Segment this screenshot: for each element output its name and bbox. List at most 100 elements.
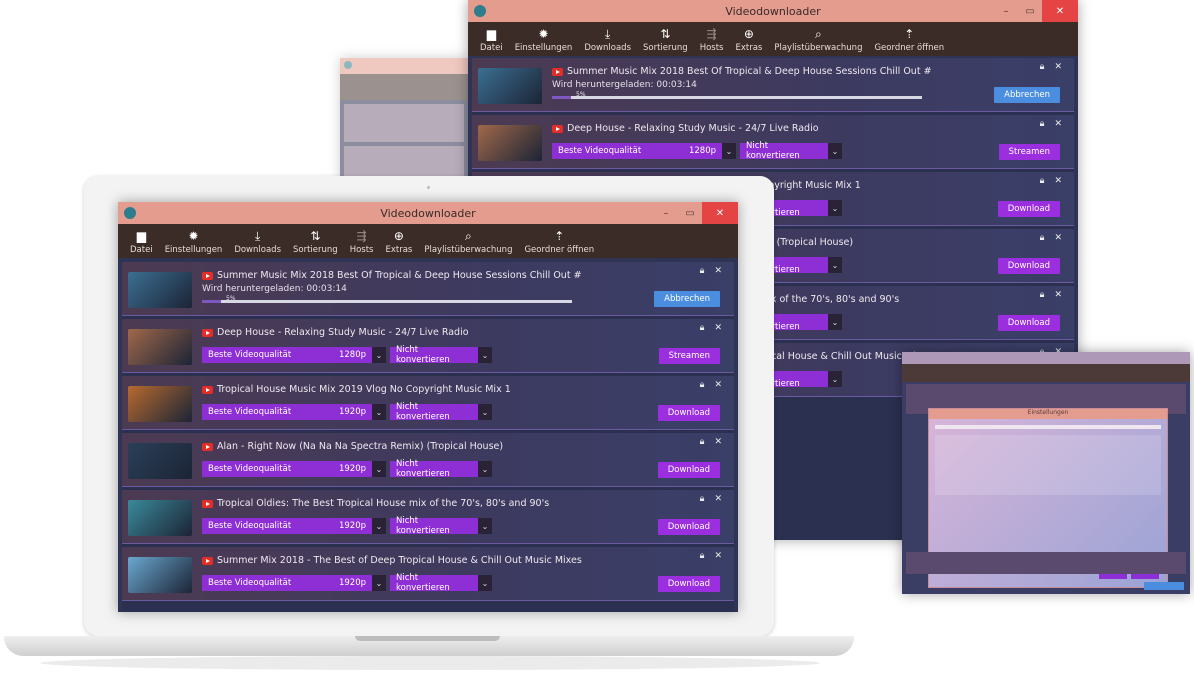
remove-icon[interactable]: ✕: [714, 494, 722, 504]
remove-icon[interactable]: ✕: [714, 437, 722, 447]
toolbar-item-downloads[interactable]: ⤓ Downloads: [584, 28, 631, 54]
convert-select[interactable]: Nicht konvertieren: [390, 345, 478, 365]
convert-select[interactable]: Nicht konvertieren: [740, 141, 828, 161]
chevron-down-icon[interactable]: ⌄: [372, 404, 386, 420]
hosts-icon: ⇶: [356, 229, 367, 243]
toolbar-item-downloads[interactable]: ⤓ Downloads: [234, 230, 281, 256]
toolbar-label: Downloads: [234, 245, 281, 255]
toolbar-item-geordneröffnen[interactable]: ⇡ Geordner öffnen: [524, 229, 594, 256]
quality-select[interactable]: Beste Videoqualität 1280p: [202, 347, 372, 363]
chevron-down-icon[interactable]: ⌄: [478, 404, 492, 420]
video-thumbnail: [128, 500, 192, 536]
close-icon[interactable]: ✕: [702, 202, 738, 224]
chevron-down-icon[interactable]: ⌄: [372, 461, 386, 477]
chevron-down-icon[interactable]: ⌄: [372, 347, 386, 363]
video-title-text: Tropical Oldies: The Best Tropical House…: [217, 498, 550, 509]
remove-icon[interactable]: ✕: [1054, 233, 1062, 243]
toolbar-item-hosts[interactable]: ⇶ Hosts: [700, 28, 724, 54]
toolbar-item-extras[interactable]: ⊕ Extras: [385, 229, 412, 256]
chevron-down-icon[interactable]: ⌄: [722, 143, 736, 159]
video-title: Deep House - Relaxing Study Music - 24/7…: [202, 327, 469, 338]
quality-select[interactable]: Beste Videoqualität 1920p: [202, 404, 372, 420]
video-title-text: Summer Music Mix 2018 Best Of Tropical &…: [567, 66, 932, 77]
toolbar-item-sortierung[interactable]: ⇅ Sortierung: [293, 229, 338, 256]
chevron-down-icon[interactable]: ⌄: [372, 575, 386, 591]
minimize-icon[interactable]: –: [994, 0, 1018, 22]
toolbar-item-datei[interactable]: ▆ Datei: [130, 230, 153, 256]
stream-button[interactable]: Streamen: [998, 144, 1060, 160]
quality-select[interactable]: Beste Videoqualität 1280p: [552, 143, 722, 159]
chevron-down-icon[interactable]: ⌄: [828, 371, 842, 387]
toolbar-item-sortierung[interactable]: ⇅ Sortierung: [643, 28, 688, 54]
chevron-down-icon[interactable]: ⌄: [828, 200, 842, 216]
toolbar-item-einstellungen[interactable]: ✹ Einstellungen: [515, 28, 573, 54]
sort-icon: ⇅: [310, 229, 321, 243]
row-icons: 🔒︎ ✕: [700, 323, 722, 333]
minimize-icon[interactable]: –: [654, 202, 678, 224]
remove-icon[interactable]: ✕: [714, 266, 722, 276]
remove-icon[interactable]: ✕: [1054, 290, 1062, 300]
row-icons: 🔒︎ ✕: [700, 266, 722, 276]
cancel-button[interactable]: Abbrechen: [994, 87, 1060, 103]
dialog-title: Einstellungen: [929, 409, 1167, 419]
chevron-down-icon[interactable]: ⌄: [478, 575, 492, 591]
stream-button[interactable]: Streamen: [658, 348, 720, 364]
toolbar-item-hosts[interactable]: ⇶ Hosts: [350, 229, 374, 256]
lock-icon[interactable]: 🔒︎: [700, 380, 705, 390]
maximize-icon[interactable]: ▭: [1018, 0, 1042, 22]
lock-icon[interactable]: 🔒︎: [700, 551, 705, 561]
quality-select[interactable]: Beste Videoqualität 1920p: [202, 518, 372, 534]
download-button[interactable]: Download: [997, 201, 1060, 217]
download-button[interactable]: Download: [657, 462, 720, 478]
chevron-down-icon[interactable]: ⌄: [372, 518, 386, 534]
chevron-down-icon[interactable]: ⌄: [478, 518, 492, 534]
lock-icon[interactable]: 🔒︎: [700, 494, 705, 504]
download-button[interactable]: Download: [657, 519, 720, 535]
remove-icon[interactable]: ✕: [714, 323, 722, 333]
download-button[interactable]: Download: [657, 405, 720, 421]
convert-label: Nicht konvertieren: [396, 402, 450, 422]
toolbar-item-einstellungen[interactable]: ✹ Einstellungen: [165, 230, 223, 256]
chevron-down-icon[interactable]: ⌄: [828, 143, 842, 159]
pin-icon: ⇡: [554, 229, 565, 243]
convert-select[interactable]: Nicht konvertieren: [390, 402, 478, 422]
remove-icon[interactable]: ✕: [714, 380, 722, 390]
search-icon: ⌕: [815, 27, 822, 41]
convert-select[interactable]: Nicht konvertieren: [390, 573, 478, 593]
quality-select[interactable]: Beste Videoqualität 1920p: [202, 461, 372, 477]
chevron-down-icon[interactable]: ⌄: [478, 461, 492, 477]
toolbar-item-extras[interactable]: ⊕ Extras: [735, 28, 762, 54]
lock-icon[interactable]: 🔒︎: [1040, 176, 1045, 186]
toolbar-item-datei[interactable]: ▆ Datei: [480, 27, 503, 54]
toolbar-item-geordneröffnen[interactable]: ⇡ Geordner öffnen: [874, 28, 944, 54]
lock-icon[interactable]: 🔒︎: [1040, 119, 1045, 129]
format-controls: Beste Videoqualität 1920p ⌄ Nicht konvertie…: [202, 516, 496, 536]
video-title-text: Deep House - Relaxing Study Music - 24/7…: [567, 123, 819, 134]
lock-icon[interactable]: 🔒︎: [700, 437, 705, 447]
quality-select[interactable]: Beste Videoqualität 1920p: [202, 575, 372, 591]
lock-icon[interactable]: 🔒︎: [700, 323, 705, 333]
convert-select[interactable]: Nicht konvertieren: [390, 459, 478, 479]
cancel-button[interactable]: Abbrechen: [654, 291, 720, 307]
download-button[interactable]: Download: [657, 576, 720, 592]
remove-icon[interactable]: ✕: [1054, 119, 1062, 129]
toolbar-item-playlistüberwachung[interactable]: ⌕ Playlistüberwachung: [424, 230, 512, 256]
chevron-down-icon[interactable]: ⌄: [828, 257, 842, 273]
folder-icon: ▆: [486, 27, 496, 41]
lock-icon[interactable]: 🔒︎: [1040, 233, 1045, 243]
lock-icon[interactable]: 🔒︎: [1040, 62, 1045, 72]
download-button[interactable]: Download: [997, 315, 1060, 331]
remove-icon[interactable]: ✕: [1054, 62, 1062, 72]
lock-icon[interactable]: 🔒︎: [1040, 290, 1045, 300]
remove-icon[interactable]: ✕: [714, 551, 722, 561]
close-icon[interactable]: ✕: [1042, 0, 1078, 22]
plus-circle-icon: ⊕: [393, 229, 404, 243]
chevron-down-icon[interactable]: ⌄: [478, 347, 492, 363]
chevron-down-icon[interactable]: ⌄: [828, 314, 842, 330]
lock-icon[interactable]: 🔒︎: [700, 266, 705, 276]
maximize-icon[interactable]: ▭: [678, 202, 702, 224]
remove-icon[interactable]: ✕: [1054, 176, 1062, 186]
convert-select[interactable]: Nicht konvertieren: [390, 516, 478, 536]
download-button[interactable]: Download: [997, 258, 1060, 274]
toolbar-item-playlistüberwachung[interactable]: ⌕ Playlistüberwachung: [774, 27, 862, 54]
